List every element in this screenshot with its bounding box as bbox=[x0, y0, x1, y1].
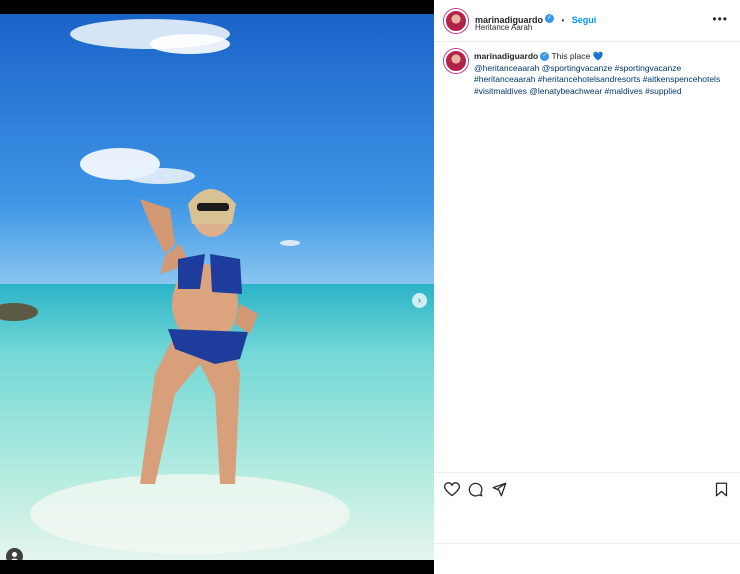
post-header: marinadiguardo ✓ • Segui Heritance Aarah … bbox=[434, 0, 740, 42]
share-icon[interactable] bbox=[492, 482, 507, 502]
separator-dot: • bbox=[561, 16, 565, 25]
more-options-icon[interactable]: ••• bbox=[712, 12, 728, 26]
caption-tags-line-1[interactable]: @heritanceaarah @sportingvacanze #sporti… bbox=[474, 63, 732, 75]
post-image[interactable]: › bbox=[0, 14, 434, 560]
beach-photo bbox=[0, 14, 434, 560]
action-bar bbox=[434, 472, 740, 504]
heart-icon[interactable] bbox=[443, 482, 461, 502]
caption-tags-line-2[interactable]: #heritanceaarah #heritancehotelsandresor… bbox=[474, 74, 732, 86]
blue-heart-emoji: 💙 bbox=[592, 51, 604, 61]
post-caption: marinadiguardo ✓ This place 💙 @heritancea… bbox=[474, 51, 732, 97]
panel-divider bbox=[434, 543, 740, 544]
caption-avatar[interactable] bbox=[444, 49, 468, 73]
caption-tags-line-3[interactable]: #visitmaldives @lenatybeachwear #maldive… bbox=[474, 86, 732, 98]
avatar[interactable] bbox=[444, 9, 468, 33]
tagged-users-icon[interactable] bbox=[6, 548, 23, 560]
follow-button[interactable]: Segui bbox=[572, 15, 597, 25]
bookmark-icon[interactable] bbox=[715, 482, 728, 502]
next-slide-button[interactable]: › bbox=[412, 293, 427, 308]
verified-badge-icon: ✓ bbox=[545, 14, 555, 24]
caption-username[interactable]: marinadiguardo bbox=[474, 51, 538, 61]
caption-verified-badge-icon: ✓ bbox=[540, 52, 550, 62]
post-side-panel: marinadiguardo ✓ • Segui Heritance Aarah … bbox=[434, 0, 740, 574]
comment-icon[interactable] bbox=[468, 482, 483, 502]
caption-text: This place bbox=[551, 51, 591, 61]
post-location[interactable]: Heritance Aarah bbox=[475, 23, 532, 32]
post-viewer: › marinadiguardo ✓ • Segui Heritance Aara… bbox=[0, 0, 740, 574]
